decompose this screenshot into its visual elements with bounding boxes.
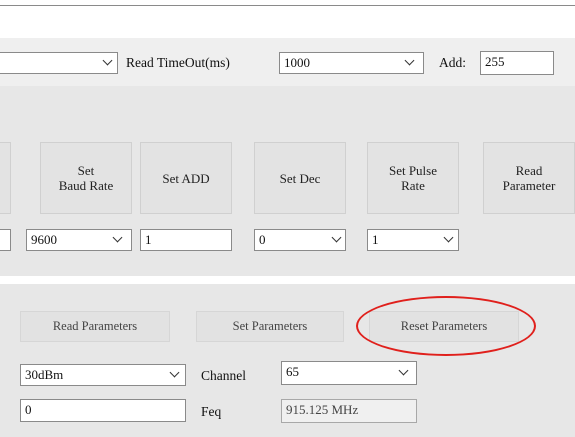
- port-select[interactable]: [0, 52, 118, 74]
- frequency-label: Feq: [201, 404, 222, 419]
- channel-label: Channel: [201, 368, 246, 383]
- set-dec-button[interactable]: Set Dec: [254, 142, 346, 214]
- set-add-button[interactable]: Set ADD: [140, 142, 232, 214]
- add-input[interactable]: 255: [480, 51, 554, 75]
- power-select[interactable]: 30dBm: [20, 364, 186, 386]
- top-divider: [0, 5, 575, 6]
- read-parameter-button[interactable]: Read Parameter: [483, 142, 575, 214]
- set-pulse-rate-button[interactable]: Set Pulse Rate: [367, 142, 459, 214]
- cropped-left-input[interactable]: [0, 229, 11, 251]
- frequency-display: 915.125 MHz: [281, 399, 417, 423]
- read-parameter-line2: Parameter: [502, 178, 556, 193]
- timeout-label: Read TimeOut(ms): [126, 55, 230, 70]
- channel-value: 65: [286, 364, 299, 379]
- baud-rate-value: 9600: [31, 232, 57, 247]
- timeout-select[interactable]: 1000: [279, 52, 424, 74]
- set-parameters-button[interactable]: Set Parameters: [196, 311, 344, 342]
- address-value: 1: [145, 232, 152, 247]
- power-value: 30dBm: [25, 367, 64, 382]
- channel-select[interactable]: 65: [281, 361, 417, 385]
- set-add-label: Set ADD: [162, 170, 210, 186]
- address-input[interactable]: 1: [140, 229, 232, 251]
- highlight-circle-annotation: [356, 296, 536, 356]
- panel-separator: [0, 276, 575, 284]
- set-baud-rate-line2: Baud Rate: [58, 178, 114, 193]
- frequency-input-value: 0: [25, 402, 32, 417]
- read-parameters-label: Read Parameters: [52, 319, 138, 333]
- set-parameters-label: Set Parameters: [232, 319, 308, 333]
- pulse-rate-value: 1: [372, 232, 379, 247]
- set-baud-rate-button[interactable]: Set Baud Rate: [40, 142, 132, 214]
- set-pulse-rate-line1: Set Pulse: [388, 163, 438, 178]
- frequency-input[interactable]: 0: [20, 399, 186, 422]
- add-label: Add:: [439, 55, 466, 70]
- dec-value: 0: [259, 232, 266, 247]
- read-parameter-line1: Read: [515, 163, 543, 178]
- set-dec-label: Set Dec: [279, 170, 321, 186]
- frequency-display-value: 915.125 MHz: [286, 402, 359, 417]
- dec-select[interactable]: 0: [254, 229, 346, 251]
- set-baud-rate-line1: Set: [77, 163, 95, 178]
- set-pulse-rate-line2: Rate: [401, 178, 425, 193]
- cropped-left-button[interactable]: [0, 142, 11, 214]
- add-input-value: 255: [485, 54, 505, 69]
- read-parameters-button[interactable]: Read Parameters: [20, 311, 170, 342]
- timeout-select-value: 1000: [284, 55, 310, 70]
